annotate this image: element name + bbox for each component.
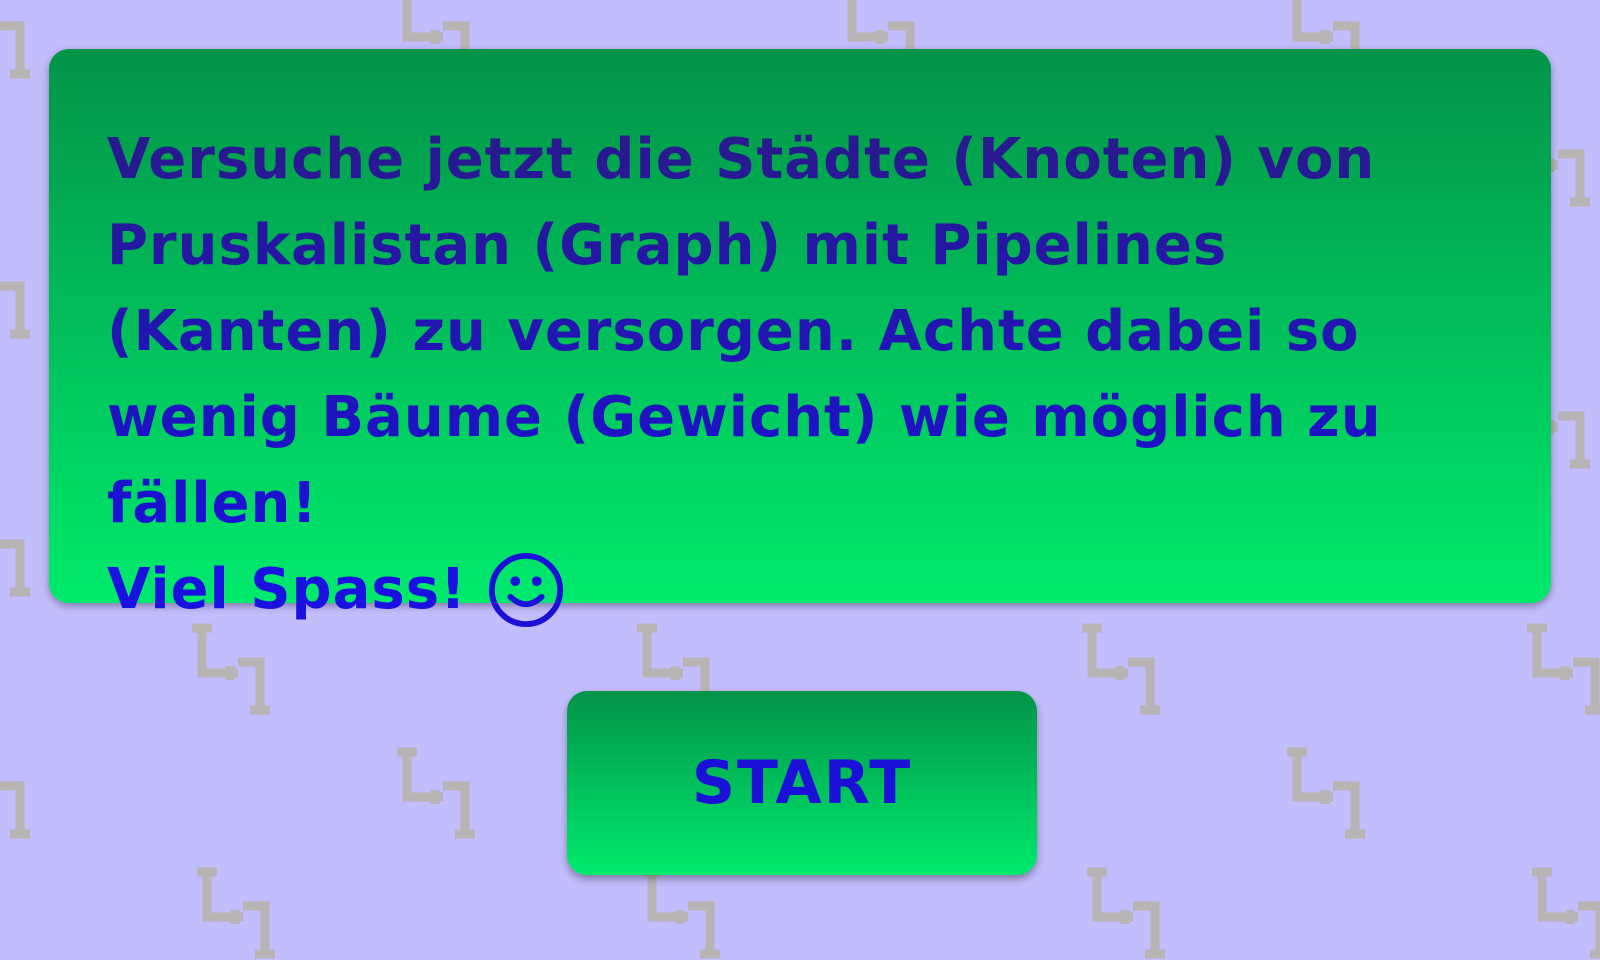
pipe-icon: [192, 623, 270, 715]
smiley-icon: [488, 552, 563, 628]
closing-line: Viel Spass!: [107, 547, 1495, 633]
intro-text: Versuche jetzt die Städte (Knoten) von P…: [107, 117, 1495, 547]
start-button[interactable]: START: [567, 691, 1037, 875]
pipe-icon: [0, 281, 30, 339]
pipe-icon: [1087, 867, 1165, 959]
pipe-icon: [0, 781, 30, 839]
pipe-icon: [1287, 747, 1365, 839]
pipe-icon: [1082, 623, 1160, 715]
pipe-icon: [1527, 623, 1600, 715]
pipe-icon: [197, 867, 275, 959]
pipe-icon: [0, 539, 30, 597]
intro-panel: Versuche jetzt die Städte (Knoten) von P…: [49, 49, 1551, 628]
pipe-icon: [0, 21, 30, 79]
pipe-icon: [397, 747, 475, 839]
closing-text: Viel Spass!: [107, 557, 467, 622]
pipe-icon: [1532, 867, 1600, 959]
pipe-icon: [642, 867, 720, 959]
